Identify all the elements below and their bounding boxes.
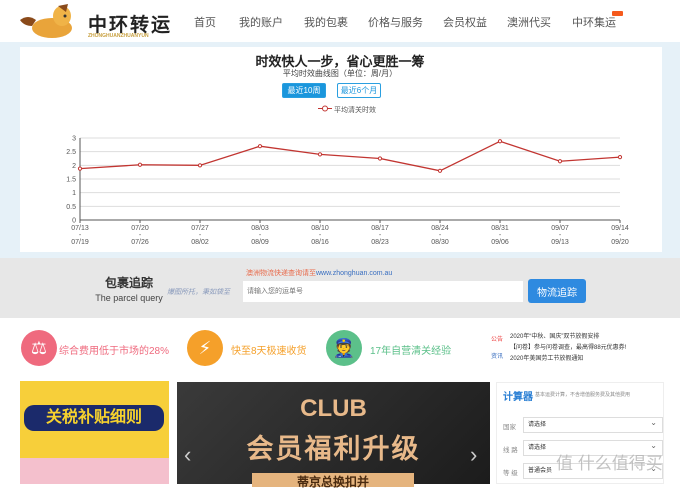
x-tick-label: 08/17	[371, 225, 389, 232]
y-tick-label: 1	[72, 190, 76, 197]
calculator-subtitle: 基本运费计算，不含增值服务费及其他费用	[535, 392, 631, 398]
news-tag: 资讯	[491, 354, 504, 360]
data-point	[617, 155, 623, 160]
tax-subsidy-ad-text: 关税补贴细则	[24, 405, 164, 431]
track-button[interactable]: 物流追踪	[528, 279, 586, 303]
x-tick-label: 08/30	[431, 239, 449, 246]
nav-membership[interactable]: 会员权益	[443, 14, 487, 30]
data-point	[257, 144, 263, 149]
data-point	[497, 139, 503, 144]
news-item[interactable]: 2020年“中秋、国庆”双节放假安排	[510, 331, 599, 340]
y-tick-label: 2.5	[66, 149, 76, 156]
x-tick-label: 07/19	[71, 239, 89, 246]
chevron-right-icon[interactable]: ›	[470, 442, 477, 468]
lightning-icon: ⚡	[187, 330, 223, 366]
y-tick-label: 0	[72, 218, 76, 225]
notice-tag: 公告	[491, 337, 504, 343]
tracking-subtitle: The parcel query	[95, 293, 163, 303]
y-tick-label: 1.5	[66, 177, 76, 184]
x-tick-label: 08/24	[431, 225, 449, 232]
link-prefix: 澳洲物流快递查询请至	[246, 270, 316, 277]
nav-pricing[interactable]: 价格与服务	[368, 14, 423, 30]
nav-home[interactable]: 首页	[194, 14, 216, 30]
x-tick-dash: -	[619, 232, 622, 239]
x-tick-label: 08/16	[311, 239, 329, 246]
x-tick-label: 07/26	[131, 239, 149, 246]
feature-speed: 快至8天极速收货	[231, 346, 307, 357]
feature-price: 综合费用低于市场的28%	[59, 346, 170, 357]
x-tick-label: 08/23	[371, 239, 389, 246]
x-tick-dash: -	[259, 232, 262, 239]
chart-subtitle: 平均时效曲线图（单位：周/月）	[282, 69, 398, 78]
data-point	[317, 152, 323, 157]
x-tick-dash: -	[139, 232, 142, 239]
level-label: 等 级	[503, 470, 518, 477]
x-tick-label: 08/09	[251, 239, 269, 246]
data-point	[197, 163, 203, 168]
data-point	[377, 156, 383, 161]
officer-icon: 👮	[326, 330, 362, 366]
watermark: 值 什么值得买	[556, 454, 663, 473]
y-tick-label: 3	[72, 136, 76, 143]
x-tick-label: 07/13	[71, 225, 89, 232]
scale-icon: ⚖	[21, 330, 57, 366]
tracking-link-text[interactable]: 澳洲物流快递查询请至www.zhonghuan.com.au	[246, 268, 392, 278]
x-tick-dash: -	[439, 232, 442, 239]
tracking-number-input[interactable]	[243, 281, 523, 302]
y-tick-label: 0.5	[66, 204, 76, 211]
tracking-hint: 爆图所托，秉如袋至	[167, 289, 230, 296]
x-tick-label: 09/14	[611, 225, 629, 232]
nav-consolidation[interactable]: 中环集运	[572, 14, 616, 30]
data-point	[557, 159, 563, 164]
x-tick-dash: -	[559, 232, 562, 239]
country-select[interactable]: 请选择	[523, 416, 663, 433]
x-tick-dash: -	[379, 232, 382, 239]
nav-account[interactable]: 我的账户	[239, 14, 283, 30]
series-line	[79, 140, 621, 172]
banner-title: CLUB	[300, 395, 367, 422]
nav-au-purchase[interactable]: 澳洲代买	[507, 14, 551, 30]
x-tick-label: 08/10	[311, 225, 329, 232]
tracking-title: 包裹追踪	[104, 276, 153, 290]
link-url[interactable]: www.zhonghuan.com.au	[316, 270, 392, 277]
x-tick-dash: -	[199, 232, 202, 239]
news-item[interactable]: 【问卷】参与问卷调查，最高得88元优惠券!	[510, 342, 626, 351]
banner-subtitle: 会员福利升级	[246, 434, 421, 464]
x-tick-dash: -	[319, 232, 322, 239]
route-label: 线 路	[503, 447, 518, 454]
data-point	[77, 166, 83, 171]
x-tick-dash: -	[79, 232, 82, 239]
recent-10-weeks-button[interactable]: 最近10周	[282, 83, 326, 98]
country-label: 国家	[503, 424, 516, 431]
data-point	[437, 168, 443, 173]
x-tick-label: 07/20	[131, 225, 149, 232]
x-tick-label: 08/02	[191, 239, 209, 246]
y-tick-label: 2	[72, 163, 76, 170]
new-badge	[612, 11, 623, 16]
x-tick-label: 09/06	[491, 239, 509, 246]
x-tick-label: 08/31	[491, 225, 509, 232]
feature-experience: 17年自营清关经验	[370, 346, 452, 357]
data-point	[137, 162, 143, 167]
news-item[interactable]: 2020年美国劳工节放假通知	[510, 353, 583, 362]
x-tick-dash: -	[499, 232, 502, 239]
banner-tag: 蒂京总换扣并	[252, 473, 414, 489]
x-tick-label: 08/03	[251, 225, 269, 232]
nav-packages[interactable]: 我的包裹	[304, 14, 348, 30]
line-chart: 00.511.522.5307/13-07/1907/20-07/2607/27…	[66, 136, 629, 247]
recent-6-months-button[interactable]: 最近6个月	[337, 83, 381, 98]
chevron-left-icon[interactable]: ‹	[184, 442, 191, 468]
x-tick-label: 09/07	[551, 225, 569, 232]
x-tick-label: 07/27	[191, 225, 209, 232]
horse-logo-icon[interactable]	[18, 4, 80, 40]
cosmetics-ad[interactable]	[20, 458, 169, 484]
calculator-title: 计算器	[503, 392, 533, 403]
logo-subtitle: ZHONGHUANZHUANYUN	[88, 33, 149, 39]
x-tick-label: 09/20	[611, 239, 629, 246]
x-tick-label: 09/13	[551, 239, 569, 246]
